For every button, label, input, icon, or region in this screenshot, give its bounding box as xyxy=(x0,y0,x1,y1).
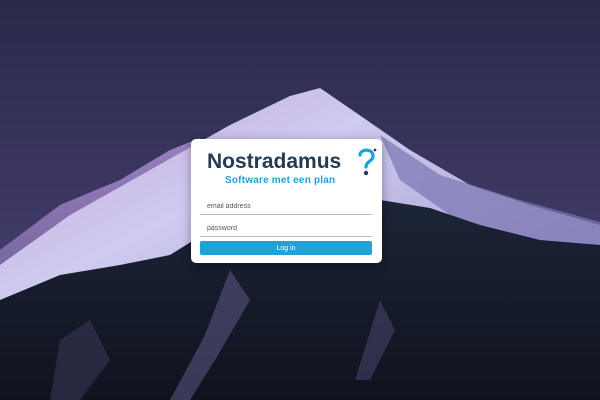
login-button[interactable]: Log in xyxy=(200,241,372,255)
swirl-question-mark-icon xyxy=(358,148,377,176)
email-field[interactable] xyxy=(200,199,372,215)
login-card: Nostradamus Software met een plan Log in xyxy=(191,139,382,263)
password-field[interactable] xyxy=(200,221,372,237)
logo-wordmark: Nostradamus xyxy=(207,150,342,173)
brand-logo: Nostradamus Software met een plan xyxy=(207,147,377,187)
logo-tagline: Software met een plan xyxy=(225,175,336,186)
